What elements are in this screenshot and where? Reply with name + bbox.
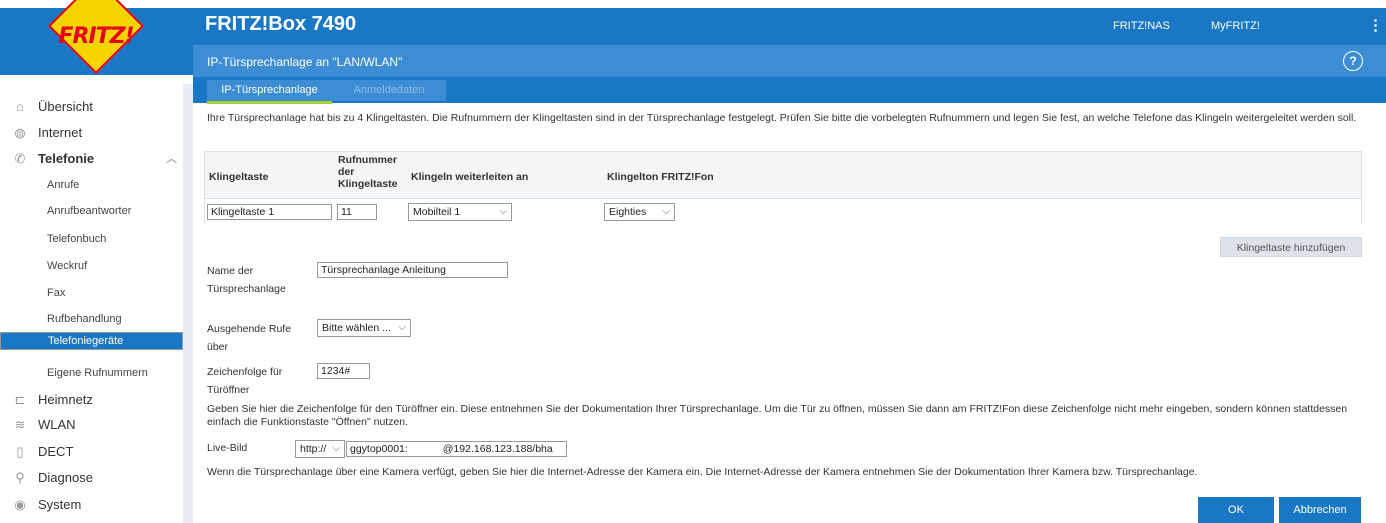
add-doorbell-button[interactable]: Klingeltaste hinzufügen	[1220, 237, 1362, 257]
sidebar-item-telefonbuch[interactable]: Telefonbuch	[0, 226, 183, 252]
fritznas-link[interactable]: FRITZ!NAS	[1113, 20, 1170, 32]
sidebar-item-telefonie[interactable]: ✆ Telefonie ︿	[0, 146, 183, 172]
name-input[interactable]: Türsprechanlage Anleitung	[317, 262, 508, 278]
kebab-icon[interactable]: ⋮	[1368, 16, 1383, 34]
outgoing-label: Ausgehende Rufe über	[207, 323, 292, 353]
sidebar-item-anrufbeantworter[interactable]: Anrufbeantworter	[0, 198, 183, 224]
live-help-text: Wenn die Türsprechanlage über eine Kamer…	[207, 466, 1198, 478]
dect-icon: ▯	[16, 444, 24, 459]
tab-anmeldedaten[interactable]: Anmeldedaten	[332, 80, 446, 101]
globe-icon: ◍	[14, 125, 26, 140]
chevron-down-icon: ⌵	[332, 443, 340, 454]
header-klingelton: Klingelton FRITZ!Fon	[607, 171, 714, 183]
sequence-input[interactable]: 1234#	[317, 363, 370, 379]
sidebar-item-system[interactable]: ◉ System	[0, 492, 183, 518]
live-label: Live-Bild	[207, 442, 248, 454]
name-label: Name der Türsprechanlage	[207, 265, 286, 295]
live-url-input[interactable]: ggytop0001: @192.168.123.188/bha	[346, 441, 567, 457]
sidebar-item-diagnose[interactable]: ⚲ Diagnose	[0, 465, 183, 491]
tab-ip-tuersprechanlage[interactable]: IP-Türsprechanlage	[207, 80, 332, 104]
sidebar-item-fax[interactable]: Fax	[0, 280, 183, 306]
sidebar-item-internet[interactable]: ◍ Internet	[0, 120, 183, 146]
help-icon[interactable]: ?	[1343, 51, 1363, 71]
sidebar-item-dect[interactable]: ▯ DECT	[0, 439, 183, 465]
page-title: IP-Türsprechanlage an "LAN/WLAN"	[207, 55, 403, 69]
ok-button[interactable]: OK	[1198, 497, 1274, 523]
fritz-logo[interactable]: FRITZ!	[0, 0, 193, 84]
diagnose-icon: ⚲	[15, 470, 25, 485]
intro-text: Ihre Türsprechanlage hat bis zu 4 Klinge…	[207, 112, 1357, 124]
sidebar-item-eigene-rufnummern[interactable]: Eigene Rufnummern	[0, 360, 183, 386]
sidebar-item-rufbehandlung[interactable]: Rufbehandlung	[0, 306, 183, 332]
sidebar-item-heimnetz[interactable]: ⊏ Heimnetz	[0, 387, 183, 413]
sequence-help-text: Geben Sie hier die Zeichenfolge für den …	[207, 403, 1348, 428]
header-rufnummer: Rufnummer der Klingeltaste	[338, 154, 398, 190]
phone-icon: ✆	[14, 151, 26, 166]
protocol-select[interactable]: http://⌵	[295, 440, 345, 458]
ringtone-select[interactable]: Eighties ⌵	[604, 203, 675, 221]
sidebar-item-wlan[interactable]: ≋ WLAN	[0, 412, 183, 438]
system-icon: ◉	[14, 497, 26, 512]
table-row	[205, 198, 1361, 225]
header-klingeltaste: Klingeltaste	[209, 171, 269, 183]
sidebar-item-anrufe[interactable]: Anrufe	[0, 172, 183, 198]
doorbell-name-input[interactable]: Klingeltaste 1	[207, 204, 332, 220]
home-icon: ⌂	[16, 99, 24, 114]
chevron-down-icon: ⌵	[662, 206, 670, 217]
sequence-label: Zeichenfolge für Türöffner	[207, 366, 283, 396]
network-icon: ⊏	[14, 392, 26, 407]
header-weiterleiten: Klingeln weiterleiten an	[411, 171, 529, 183]
doorbell-number-input[interactable]: 11	[337, 204, 377, 220]
wifi-icon: ≋	[14, 417, 26, 432]
forward-select[interactable]: Mobilteil 1 ⌵	[408, 203, 512, 221]
chevron-down-icon: ⌵	[499, 206, 507, 217]
myfritz-link[interactable]: MyFRITZ!	[1211, 20, 1260, 32]
sidebar-item-telefoniegeraete[interactable]: Telefoniegeräte	[0, 332, 183, 350]
outgoing-select[interactable]: Bitte wählen ... ⌵	[317, 319, 411, 337]
chevron-up-icon: ︿	[166, 153, 177, 165]
chevron-down-icon: ⌵	[398, 322, 406, 333]
sidebar-item-weckruf[interactable]: Weckruf	[0, 253, 183, 279]
sidebar-item-uebersicht[interactable]: ⌂ Übersicht	[0, 94, 183, 120]
sidebar-separator	[183, 84, 193, 523]
cancel-button[interactable]: Abbrechen	[1279, 497, 1361, 523]
device-title: FRITZ!Box 7490	[205, 13, 357, 35]
